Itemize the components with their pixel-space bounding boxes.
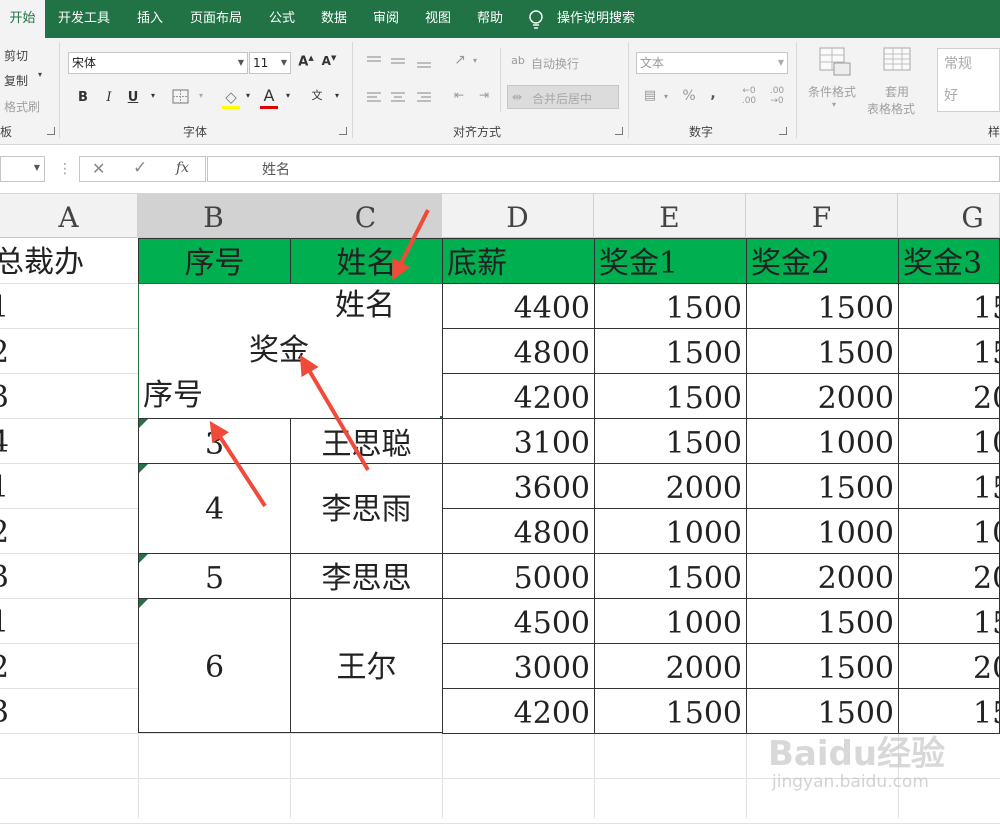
arrow-to-bonus — [299, 354, 370, 472]
watermark-logo: Baidu经验 — [768, 734, 946, 774]
watermark-url: jingyan.baidu.com — [772, 772, 929, 792]
annotation-arrows — [209, 209, 430, 508]
arrow-to-index — [209, 420, 267, 508]
arrow-to-name — [392, 209, 430, 281]
